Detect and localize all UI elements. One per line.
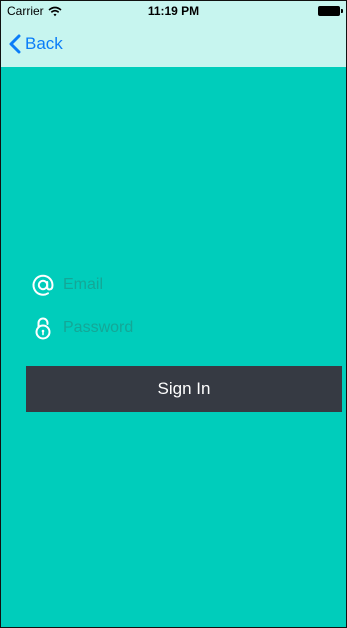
app-screen: Carrier 11:19 PM Back Email Sign In — [0, 0, 347, 628]
email-input[interactable] — [63, 276, 303, 294]
sign-in-button[interactable]: Sign In — [26, 366, 342, 412]
password-row — [31, 313, 321, 343]
clock: 11:19 PM — [147, 4, 200, 18]
lock-icon — [35, 317, 51, 340]
status-bar: Carrier 11:19 PM — [1, 1, 346, 21]
email-row — [31, 270, 321, 300]
password-input[interactable] — [63, 319, 303, 337]
chevron-left-icon — [9, 34, 21, 54]
at-sign-icon — [32, 274, 54, 296]
battery-icon — [318, 6, 343, 16]
back-button[interactable]: Back — [9, 34, 63, 54]
back-label: Back — [25, 34, 63, 53]
navigation-bar: Back — [1, 21, 346, 67]
